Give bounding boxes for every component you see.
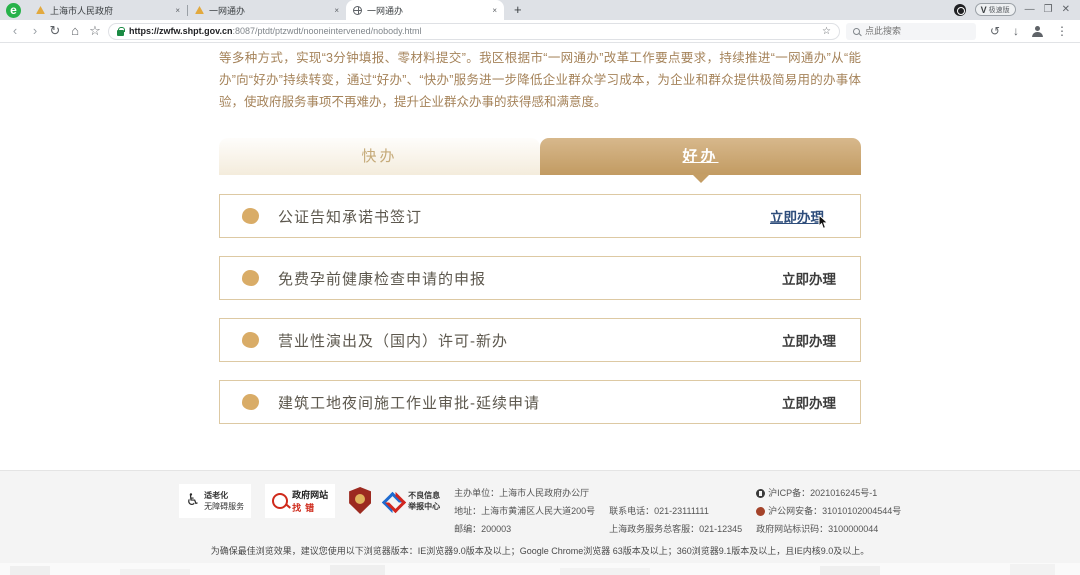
footer-site-code: 政府网站标识码：3100000044 bbox=[756, 520, 878, 538]
footer-phone: 联系电话：021-23111111 bbox=[609, 502, 742, 520]
browser-version-badge[interactable]: V 极速版 bbox=[975, 3, 1016, 16]
accessibility-line1: 适老化 bbox=[204, 490, 244, 501]
globe-favicon-icon bbox=[353, 6, 362, 15]
mouse-cursor-icon bbox=[818, 215, 830, 230]
undo-icon[interactable]: ↺ bbox=[990, 25, 1000, 37]
list-item[interactable]: 公证告知承诺书签订 立即办理 bbox=[219, 194, 861, 238]
tab-title: 上海市人民政府 bbox=[50, 4, 171, 17]
gov-shield-badge-icon[interactable] bbox=[349, 487, 371, 514]
bullet-blob-icon bbox=[242, 208, 259, 224]
https-lock-icon bbox=[117, 30, 124, 36]
browser-tab-yiwangtongban-1[interactable]: 一网通办 × bbox=[188, 0, 346, 20]
tab-title: 一网通办 bbox=[209, 4, 330, 17]
browser-search-box[interactable] bbox=[846, 23, 976, 40]
webpage-viewport: 等多种方式，实现“3分钟填报、零材料提交”。我区根据市“一网通办”改革工作要点要… bbox=[0, 43, 1080, 575]
bullet-blob-icon bbox=[242, 332, 259, 348]
browser-toolbar: ‹ › ↻ ⌂ ☆ https://zwfw.shpt.gov.cn:8087/… bbox=[0, 20, 1080, 43]
tab-close-icon[interactable]: × bbox=[175, 6, 180, 15]
tab-title: 一网通办 bbox=[367, 4, 488, 17]
footer-address: 地址：上海市黄浦区人民大道200号 bbox=[454, 502, 595, 520]
browser-tab-shanghai-gov[interactable]: 上海市人民政府 × bbox=[29, 0, 187, 20]
list-item[interactable]: 免费孕前健康检查申请的申报 立即办理 bbox=[219, 256, 861, 300]
bullet-blob-icon bbox=[242, 394, 259, 410]
url-path: :8087/ptdt/ptzwdt/nooneintervened/nobody… bbox=[233, 26, 422, 36]
footer-registration-column: 沪ICP备：2021016245号-1 沪公网安备：31010102004544… bbox=[756, 484, 901, 538]
badge-label: 极速版 bbox=[989, 5, 1010, 15]
theme-mode-icon[interactable] bbox=[954, 4, 966, 16]
bad-info-report-logo[interactable]: 不良信息 举报中心 bbox=[385, 484, 440, 512]
page-footer: ♿ 适老化 无障碍服务 政府网站 找错 bbox=[0, 470, 1080, 575]
maximize-button[interactable]: ❐ bbox=[1044, 5, 1053, 15]
url-text: https://zwfw.shpt.gov.cn:8087/ptdt/ptzwd… bbox=[129, 26, 421, 36]
red-magnifier-icon bbox=[272, 493, 288, 509]
service-list: 公证告知承诺书签订 立即办理 免费孕前健康检查申请的申报 立即办理 营业性演出及… bbox=[219, 194, 861, 424]
minimize-button[interactable]: — bbox=[1025, 5, 1035, 15]
intro-paragraph: 等多种方式，实现“3分钟填报、零材料提交”。我区根据市“一网通办”改革工作要点要… bbox=[219, 43, 861, 113]
active-tab-pointer-icon bbox=[692, 174, 710, 183]
browser-compatibility-note: 为确保最佳浏览效果，建议您使用以下浏览器版本：IE浏览器9.0版本及以上；Goo… bbox=[0, 544, 1080, 557]
footer-hotline: 上海政务服务总客服：021-12345 bbox=[609, 520, 742, 538]
address-bar[interactable]: https://zwfw.shpt.gov.cn:8087/ptdt/ptzwd… bbox=[108, 23, 840, 40]
forward-button[interactable]: › bbox=[28, 24, 42, 38]
back-button[interactable]: ‹ bbox=[8, 24, 22, 38]
tab-haoban-label: 好办 bbox=[682, 148, 718, 165]
gov-site-error-report-logo[interactable]: 政府网站 找错 bbox=[265, 484, 335, 518]
footer-police-record[interactable]: 沪公网安备：31010102004544号 bbox=[768, 502, 901, 520]
list-item[interactable]: 建筑工地夜间施工作业审批-延续申请 立即办理 bbox=[219, 380, 861, 424]
warning-favicon-icon bbox=[36, 6, 45, 14]
service-title: 公证告知承诺书签订 bbox=[278, 206, 422, 227]
badge-v: V bbox=[981, 5, 987, 15]
site-error-line2: 找错 bbox=[292, 501, 328, 514]
search-input[interactable] bbox=[865, 26, 955, 36]
handle-now-link[interactable]: 立即办理 bbox=[782, 392, 836, 412]
service-title: 营业性演出及（国内）许可-新办 bbox=[278, 330, 508, 351]
refresh-button[interactable]: ↻ bbox=[48, 24, 62, 38]
warning-favicon-icon bbox=[195, 6, 204, 14]
url-host: https://zwfw.shpt.gov.cn bbox=[129, 26, 233, 36]
browser-logo-icon[interactable]: e bbox=[6, 3, 21, 18]
bullet-blob-icon bbox=[242, 270, 259, 286]
footer-org: 主办单位：上海市人民政府办公厅 bbox=[454, 484, 595, 502]
new-tab-button[interactable]: + bbox=[514, 2, 522, 17]
footer-contact-column: 联系电话：021-23111111 上海政务服务总客服：021-12345 bbox=[609, 484, 742, 538]
home-button[interactable]: ⌂ bbox=[68, 24, 82, 38]
menu-more-icon[interactable]: ⋮ bbox=[1056, 25, 1068, 37]
handle-now-link[interactable]: 立即办理 bbox=[782, 330, 836, 350]
service-title: 免费孕前健康检查申请的申报 bbox=[278, 268, 486, 289]
icp-badge-icon bbox=[756, 489, 765, 498]
accessibility-line2: 无障碍服务 bbox=[204, 501, 244, 512]
search-icon bbox=[853, 28, 860, 35]
close-button[interactable]: ✕ bbox=[1062, 5, 1070, 15]
footer-icp[interactable]: 沪ICP备：2021016245号-1 bbox=[768, 484, 877, 502]
favorite-star-icon[interactable]: ☆ bbox=[822, 26, 831, 37]
bookmark-star-button[interactable]: ☆ bbox=[88, 24, 102, 38]
user-account-icon[interactable] bbox=[1032, 26, 1043, 37]
service-tabs: 快办 好办 bbox=[219, 138, 861, 175]
browser-tab-yiwangtongban-active[interactable]: 一网通办 × bbox=[346, 0, 504, 20]
wheelchair-icon: ♿ bbox=[186, 493, 200, 509]
browser-tab-bar: e 上海市人民政府 × 一网通办 × 一网通办 × + V 极速版 — ❐ ✕ bbox=[0, 0, 1080, 20]
tab-kuaiban-label: 快办 bbox=[361, 148, 397, 165]
report-line2: 举报中心 bbox=[408, 501, 440, 512]
service-title: 建筑工地夜间施工作业审批-延续申请 bbox=[278, 392, 540, 413]
city-skyline-watermark bbox=[0, 563, 1080, 575]
report-center-diamond-icon bbox=[385, 492, 403, 510]
download-icon[interactable]: ↓ bbox=[1013, 25, 1019, 37]
police-badge-icon bbox=[756, 507, 765, 516]
site-error-line1: 政府网站 bbox=[292, 488, 328, 501]
tab-close-icon[interactable]: × bbox=[492, 6, 497, 15]
list-item[interactable]: 营业性演出及（国内）许可-新办 立即办理 bbox=[219, 318, 861, 362]
footer-org-column: 主办单位：上海市人民政府办公厅 地址：上海市黄浦区人民大道200号 邮编：200… bbox=[454, 484, 595, 538]
report-line1: 不良信息 bbox=[408, 490, 440, 501]
tab-close-icon[interactable]: × bbox=[334, 6, 339, 15]
handle-now-link[interactable]: 立即办理 bbox=[770, 206, 824, 226]
handle-now-link[interactable]: 立即办理 bbox=[782, 268, 836, 288]
footer-postcode: 邮编：200003 bbox=[454, 520, 595, 538]
tab-haoban[interactable]: 好办 bbox=[540, 138, 861, 175]
tab-kuaiban[interactable]: 快办 bbox=[219, 138, 540, 175]
accessibility-service-logo[interactable]: ♿ 适老化 无障碍服务 bbox=[179, 484, 251, 518]
